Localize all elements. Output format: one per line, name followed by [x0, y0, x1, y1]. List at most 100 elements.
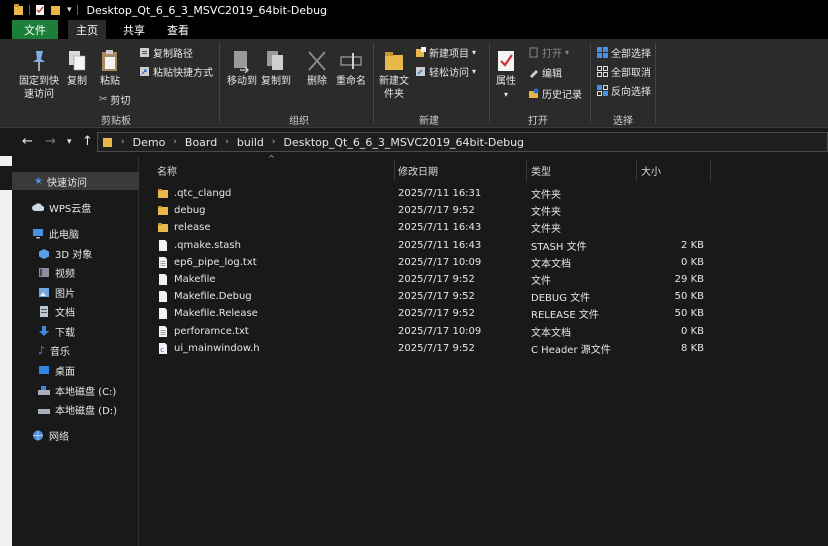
history-button[interactable]: 历史记录 [528, 86, 582, 101]
new-item-button[interactable]: 新建项目 ▾ [415, 45, 476, 60]
cut-button[interactable]: ✂ 剪切 [99, 92, 130, 107]
table-row[interactable]: .qtc_clangd 2025/7/11 16:31 文件夹 [140, 185, 828, 202]
column-header-name[interactable]: 名称 [157, 159, 177, 181]
breadcrumb-demo[interactable]: Demo [133, 136, 166, 149]
column-header-date[interactable]: 修改日期 [398, 159, 438, 181]
rename-label: 重命名 [336, 76, 366, 87]
back-arrow-icon[interactable]: ← [22, 134, 33, 149]
breadcrumb-board[interactable]: Board [185, 136, 217, 149]
properties-icon [498, 51, 514, 71]
file-type: 文本文档 [531, 327, 571, 339]
column-header-size[interactable]: 大小 [641, 159, 661, 181]
sidebar-item-videos[interactable]: 视频 [38, 263, 75, 281]
copy-path-button[interactable]: 复制路径 [139, 45, 193, 60]
table-row[interactable]: .qmake.stash 2025/7/11 16:43 STASH 文件 2 KB [140, 237, 828, 254]
sidebar-item-music[interactable]: ♪ 音乐 [38, 341, 70, 359]
ribbon: 固定到快速访问 复制 粘贴 复制路径 粘贴快捷方式 ✂ 剪切 剪贴板 移动到 复… [0, 39, 828, 128]
file-name-cell: release [158, 222, 210, 233]
pin-to-quick-access-button[interactable]: 固定到快速访问 [16, 49, 62, 101]
edit-button[interactable]: 编辑 [528, 65, 562, 80]
new-folder-icon[interactable] [51, 4, 61, 16]
sidebar-item-pictures[interactable]: 图片 [38, 283, 75, 301]
file-name-cell: debug [158, 205, 206, 216]
column-divider[interactable] [710, 159, 711, 181]
sidebar-item-label: 3D 对象 [55, 249, 93, 261]
column-header-type[interactable]: 类型 [531, 159, 551, 181]
rename-button[interactable]: 重命名 [335, 49, 367, 88]
computer-icon [33, 228, 43, 238]
copy-to-button[interactable]: 复制到 [260, 49, 292, 88]
file-type: RELEASE 文件 [531, 310, 599, 322]
table-row[interactable]: Makefile.Release 2025/7/17 9:52 RELEASE 文件… [140, 305, 828, 322]
table-row[interactable]: Makefile.Debug 2025/7/17 9:52 DEBUG 文件 50 K… [140, 288, 828, 305]
address-bar[interactable]: › Demo › Board › build › Desktop_Qt_6_6_… [97, 132, 828, 152]
breadcrumb-chevron-icon[interactable]: › [173, 137, 177, 147]
tab-home[interactable]: 主页 [68, 20, 106, 39]
left-edge-strip [0, 156, 12, 546]
breadcrumb-chevron-icon[interactable]: › [225, 137, 229, 147]
sidebar-item-documents[interactable]: 文档 [38, 302, 75, 320]
recent-locations-chevron-icon[interactable]: ▾ [67, 137, 72, 147]
sidebar-item-desktop[interactable]: 桌面 [38, 361, 75, 379]
properties-icon[interactable] [35, 4, 45, 16]
select-none-icon [597, 66, 608, 77]
rename-icon [340, 53, 362, 69]
table-row[interactable]: c ui_mainwindow.h 2025/7/17 9:52 C Header 源… [140, 340, 828, 357]
breadcrumb-chevron-icon[interactable]: › [272, 137, 276, 147]
tab-file[interactable]: 文件 [12, 20, 58, 39]
table-row[interactable]: release 2025/7/11 16:43 文件夹 [140, 219, 828, 236]
svg-text:c: c [160, 346, 164, 354]
table-row[interactable]: Makefile 2025/7/17 9:52 文件 29 KB [140, 271, 828, 288]
sidebar-item-label: 此电脑 [49, 229, 79, 241]
sidebar-item-local-disk-d[interactable]: 本地磁盘 (D:) [38, 400, 117, 418]
open-button[interactable]: 打开 ▾ [528, 45, 569, 60]
file-size: 0 KB [681, 325, 704, 337]
sidebar-item-this-pc[interactable]: 此电脑 [32, 224, 79, 242]
sidebar-item-3d-objects[interactable]: 3D 对象 [38, 244, 92, 262]
navigation-pane: ★ 快速访问 WPS云盘 此电脑 3D 对象 视频 图片 文档 下载 ♪ 音乐 … [12, 156, 139, 546]
new-folder-button[interactable]: 新建文件夹 [376, 49, 412, 101]
paste-shortcut-button[interactable]: 粘贴快捷方式 [139, 64, 213, 79]
select-all-button[interactable]: 全部选择 [597, 45, 651, 60]
tab-view[interactable]: 查看 [158, 20, 198, 39]
copy-button[interactable]: 复制 [64, 49, 90, 88]
sidebar-item-quick-access[interactable]: ★ 快速访问 [12, 172, 139, 190]
document-icon [40, 305, 48, 317]
table-row[interactable]: debug 2025/7/17 9:52 文件夹 [140, 202, 828, 219]
breadcrumb-current-folder[interactable]: Desktop_Qt_6_6_3_MSVC2019_64bit-Debug [284, 136, 525, 149]
file-date: 2025/7/17 9:52 [398, 291, 475, 303]
paste-button[interactable]: 粘贴 [97, 49, 123, 88]
select-none-button[interactable]: 全部取消 [597, 64, 651, 79]
table-row[interactable]: perforamce.txt 2025/7/17 10:09 文本文档 0 KB [140, 323, 828, 340]
easy-access-button[interactable]: 轻松访问 ▾ [415, 64, 476, 79]
sidebar-item-label: 桌面 [55, 366, 75, 378]
sidebar-item-downloads[interactable]: 下载 [38, 322, 75, 340]
sidebar-item-network[interactable]: 网络 [32, 426, 69, 444]
sidebar-item-label: 本地磁盘 (C:) [55, 386, 117, 398]
network-icon [33, 430, 43, 440]
easy-access-icon [416, 67, 425, 76]
sidebar-item-wps-cloud[interactable]: WPS云盘 [32, 198, 91, 216]
sort-ascending-icon: ^ [268, 154, 275, 163]
forward-arrow-icon[interactable]: → [45, 134, 56, 149]
ribbon-separator [373, 43, 374, 123]
tab-share[interactable]: 共享 [114, 20, 154, 39]
properties-button[interactable]: 属性 ▾ [493, 49, 519, 101]
breadcrumb-build[interactable]: build [237, 136, 264, 149]
column-divider[interactable] [526, 159, 527, 181]
file-icon [158, 308, 174, 320]
move-to-button[interactable]: 移动到 [226, 49, 258, 88]
delete-button[interactable]: 删除 [304, 49, 330, 88]
sidebar-item-label: 视频 [55, 268, 75, 280]
column-divider[interactable] [636, 159, 637, 181]
breadcrumb-chevron-icon[interactable]: › [121, 137, 125, 147]
column-divider[interactable] [394, 159, 395, 181]
table-row[interactable]: ep6_pipe_log.txt 2025/7/17 10:09 文本文档 0 KB [140, 254, 828, 271]
up-arrow-icon[interactable]: ↑ [82, 134, 93, 149]
new-item-icon [416, 47, 426, 57]
sidebar-item-label: 本地磁盘 (D:) [55, 405, 118, 417]
sidebar-item-local-disk-c[interactable]: 本地磁盘 (C:) [38, 381, 116, 399]
quick-access-dropdown-icon[interactable]: ▾ [67, 5, 72, 15]
invert-selection-button[interactable]: 反向选择 [597, 83, 651, 98]
file-name: perforamce.txt [174, 325, 249, 337]
